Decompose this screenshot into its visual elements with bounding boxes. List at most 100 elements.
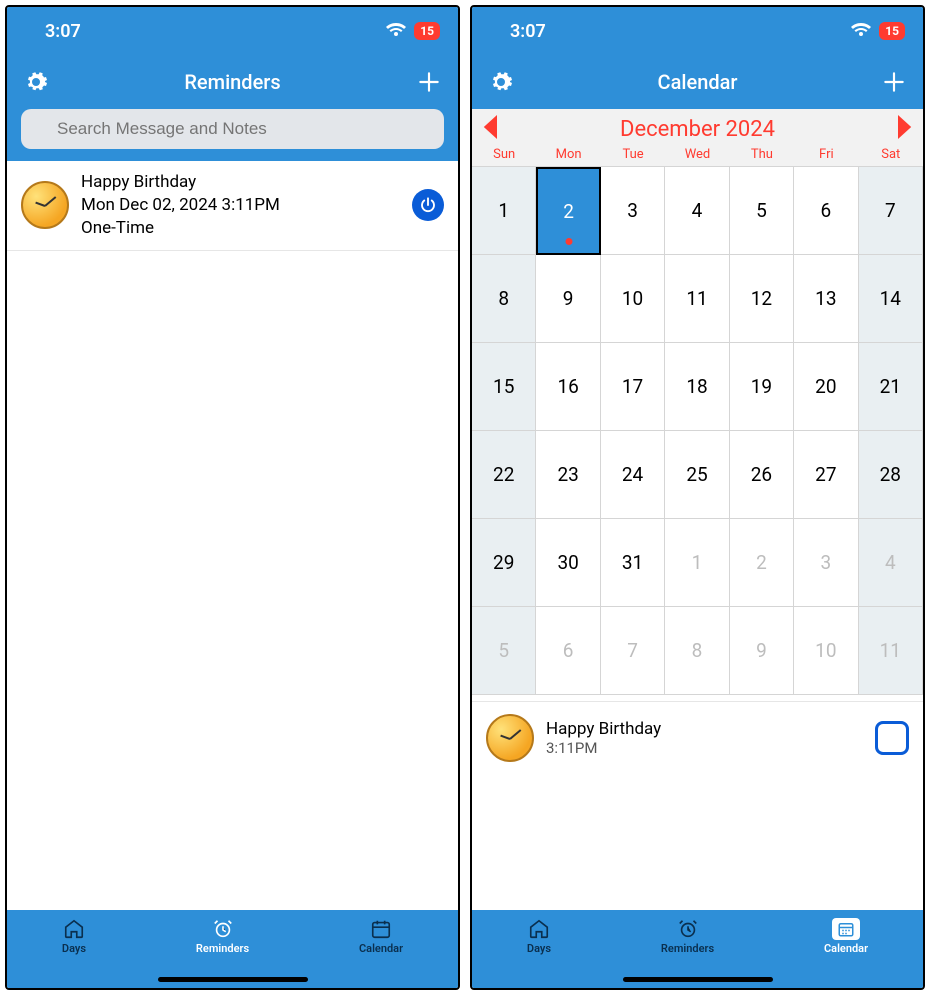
settings-button[interactable] [486, 67, 516, 97]
calendar-day[interactable]: 15 [472, 343, 536, 431]
event-item[interactable]: Happy Birthday 3:11PM [472, 701, 923, 774]
clock-icon [486, 714, 534, 762]
status-right: 15 [386, 21, 440, 42]
battery-badge: 15 [879, 22, 905, 40]
search-input[interactable] [21, 109, 444, 149]
screen-title: Calendar [658, 70, 738, 94]
tab-label: Calendar [359, 942, 403, 955]
status-right: 15 [851, 21, 905, 42]
reminder-datetime: Mon Dec 02, 2024 3:11PM [81, 194, 400, 217]
calendar-day[interactable]: 31 [601, 519, 665, 607]
calendar-day[interactable]: 7 [601, 607, 665, 695]
search-bar [7, 109, 458, 161]
calendar-day[interactable]: 10 [601, 255, 665, 343]
calendar-day[interactable]: 12 [730, 255, 794, 343]
calendar-day[interactable]: 18 [665, 343, 729, 431]
reminder-title: Happy Birthday [81, 171, 400, 194]
toggle-button[interactable] [412, 189, 444, 221]
calendar-day[interactable]: 2 [730, 519, 794, 607]
reminder-text: Happy Birthday Mon Dec 02, 2024 3:11PM O… [81, 171, 400, 240]
title-bar: Calendar [472, 55, 923, 109]
calendar-day[interactable]: 2 [536, 167, 600, 255]
add-button[interactable] [414, 67, 444, 97]
dow-label: Wed [665, 147, 729, 162]
event-title: Happy Birthday [546, 719, 863, 739]
tab-calendar[interactable]: Calendar [359, 918, 403, 955]
calendar-screen: 3:07 15 Calendar December 2024 Sun [470, 5, 925, 990]
calendar-icon [832, 918, 860, 940]
status-time: 3:07 [45, 21, 81, 42]
tab-days[interactable]: Days [527, 918, 551, 955]
home-indicator[interactable] [623, 977, 773, 982]
calendar-day[interactable]: 25 [665, 431, 729, 519]
calendar-day[interactable]: 6 [794, 167, 858, 255]
add-button[interactable] [879, 67, 909, 97]
dow-label: Tue [601, 147, 665, 162]
screen-title: Reminders [184, 70, 280, 94]
reminders-screen: 3:07 15 Reminders Happy Birthday [5, 5, 460, 990]
calendar-day[interactable]: 27 [794, 431, 858, 519]
calendar-day[interactable]: 24 [601, 431, 665, 519]
event-time: 3:11PM [546, 739, 863, 757]
calendar-day[interactable]: 9 [536, 255, 600, 343]
calendar-day[interactable]: 19 [730, 343, 794, 431]
event-text: Happy Birthday 3:11PM [546, 719, 863, 757]
month-header: December 2024 [472, 109, 923, 143]
dow-label: Thu [730, 147, 794, 162]
home-indicator[interactable] [158, 977, 308, 982]
calendar-day[interactable]: 14 [859, 255, 923, 343]
reminder-item[interactable]: Happy Birthday Mon Dec 02, 2024 3:11PM O… [7, 161, 458, 251]
next-month-button[interactable] [895, 115, 913, 143]
prev-month-button[interactable] [482, 115, 500, 143]
clock-icon [21, 181, 69, 229]
status-bar: 3:07 15 [7, 7, 458, 55]
tab-label: Reminders [196, 942, 249, 955]
calendar-day[interactable]: 20 [794, 343, 858, 431]
tab-reminders[interactable]: Reminders [661, 918, 714, 955]
tab-days[interactable]: Days [62, 918, 86, 955]
title-bar: Reminders [7, 55, 458, 109]
calendar-day[interactable]: 7 [859, 167, 923, 255]
calendar-day[interactable]: 1 [665, 519, 729, 607]
calendar-day[interactable]: 13 [794, 255, 858, 343]
status-time: 3:07 [510, 21, 546, 42]
calendar-day[interactable]: 16 [536, 343, 600, 431]
calendar-day[interactable]: 1 [472, 167, 536, 255]
calendar-day[interactable]: 26 [730, 431, 794, 519]
calendar-day[interactable]: 30 [536, 519, 600, 607]
calendar-day[interactable]: 8 [665, 607, 729, 695]
settings-button[interactable] [21, 67, 51, 97]
calendar-day[interactable]: 11 [665, 255, 729, 343]
status-bar: 3:07 15 [472, 7, 923, 55]
calendar-day[interactable]: 9 [730, 607, 794, 695]
tab-calendar[interactable]: Calendar [824, 918, 868, 955]
calendar-grid: 1234567891011121314151617181920212223242… [472, 166, 923, 695]
calendar-day[interactable]: 4 [665, 167, 729, 255]
calendar-day[interactable]: 23 [536, 431, 600, 519]
calendar-day[interactable]: 6 [536, 607, 600, 695]
calendar-content: December 2024 Sun Mon Tue Wed Thu Fri Sa… [472, 109, 923, 910]
dow-label: Sat [859, 147, 923, 162]
calendar-day[interactable]: 22 [472, 431, 536, 519]
event-checkbox[interactable] [875, 721, 909, 755]
event-dot [565, 238, 572, 245]
dow-label: Fri [794, 147, 858, 162]
wifi-icon [851, 21, 871, 42]
calendar-day[interactable]: 5 [472, 607, 536, 695]
calendar-day[interactable]: 28 [859, 431, 923, 519]
calendar-day[interactable]: 5 [730, 167, 794, 255]
calendar-day[interactable]: 17 [601, 343, 665, 431]
calendar-day[interactable]: 21 [859, 343, 923, 431]
calendar-day[interactable]: 3 [601, 167, 665, 255]
calendar-day[interactable]: 4 [859, 519, 923, 607]
calendar-day[interactable]: 29 [472, 519, 536, 607]
calendar-day[interactable]: 11 [859, 607, 923, 695]
dow-label: Sun [472, 147, 536, 162]
tab-label: Days [62, 942, 86, 955]
reminder-repeat: One-Time [81, 217, 400, 240]
calendar-day[interactable]: 8 [472, 255, 536, 343]
month-title: December 2024 [620, 117, 775, 142]
calendar-day[interactable]: 10 [794, 607, 858, 695]
tab-reminders[interactable]: Reminders [196, 918, 249, 955]
calendar-day[interactable]: 3 [794, 519, 858, 607]
